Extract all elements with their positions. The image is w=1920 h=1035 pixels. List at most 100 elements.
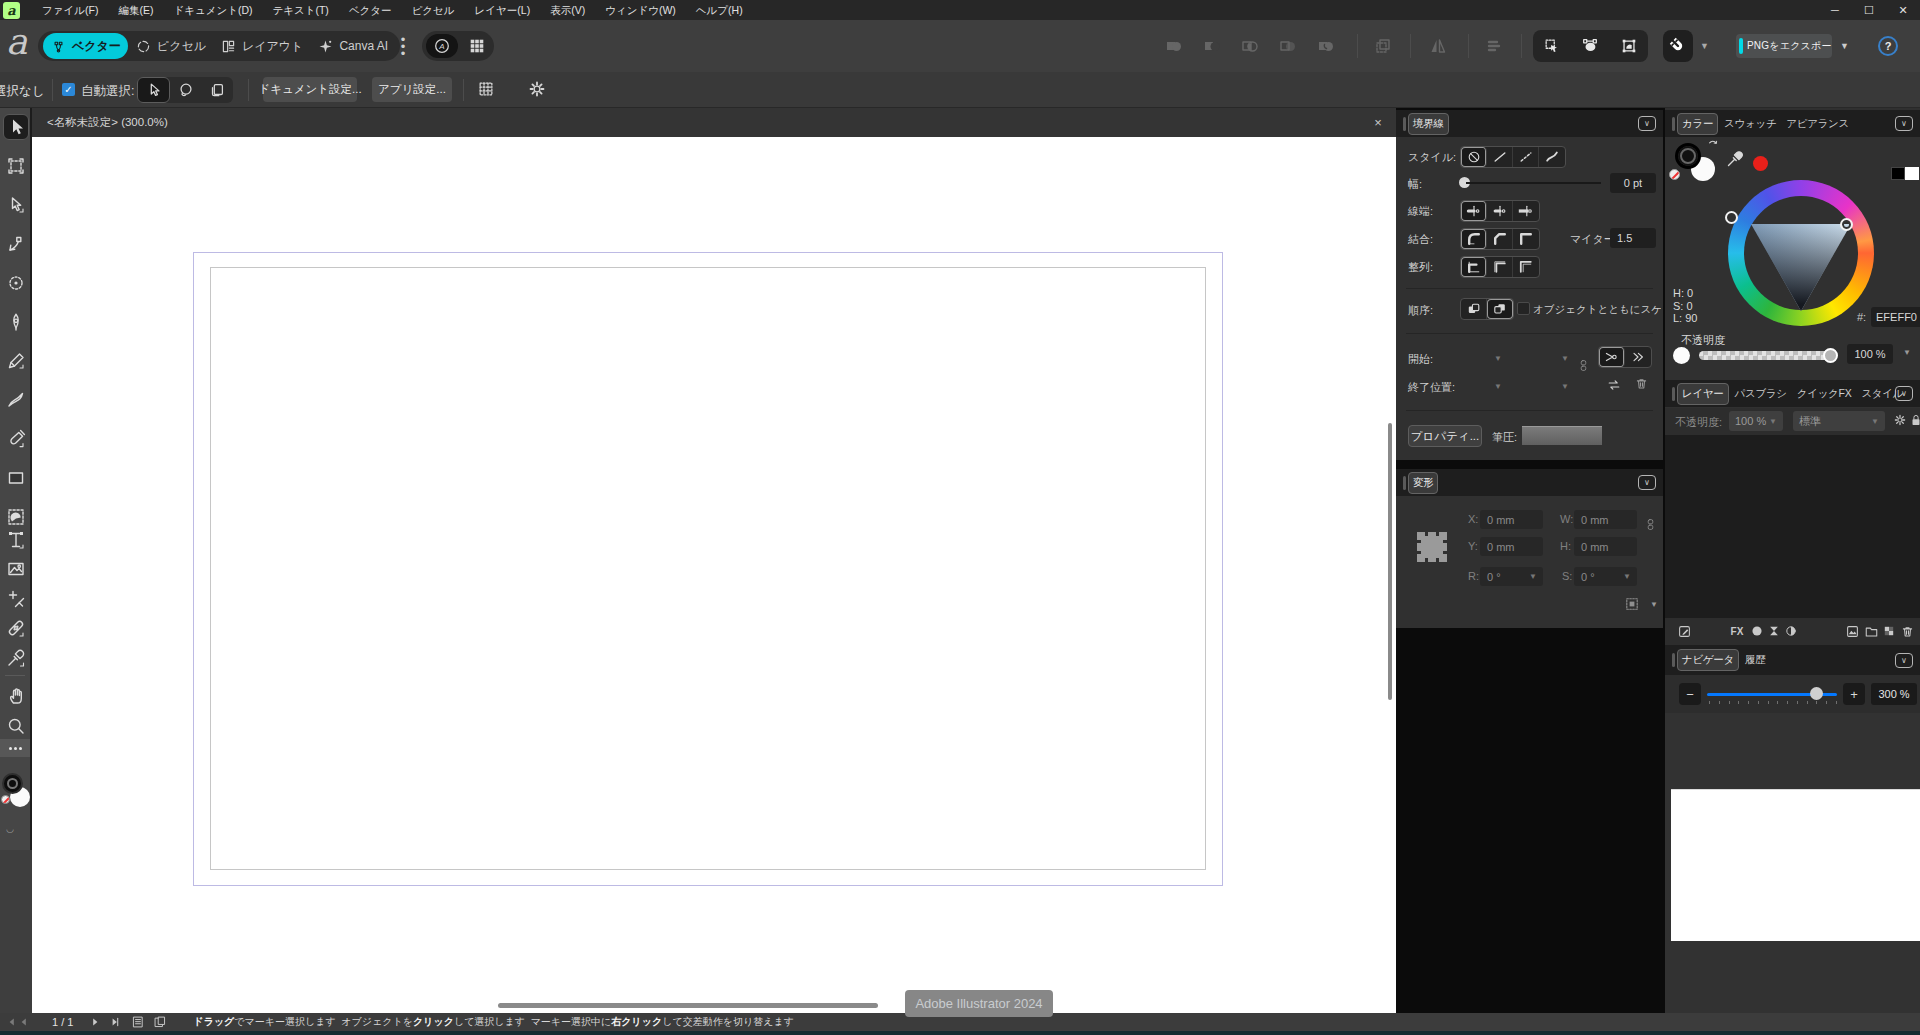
opacity-value-field[interactable]: 100 % — [1847, 344, 1893, 364]
dash-stroke-icon[interactable] — [1513, 147, 1539, 167]
export-png-button[interactable]: PNGをエクスポート — [1736, 34, 1832, 58]
swap-colors-icon[interactable] — [1707, 139, 1720, 152]
tab-navigator[interactable]: ナビゲータ — [1677, 649, 1739, 671]
handle-mode-icon[interactable] — [1620, 37, 1638, 55]
r-field[interactable]: 0 °▼ — [1480, 567, 1543, 586]
miter-join-icon[interactable] — [1513, 229, 1539, 249]
end-size-dropdown[interactable]: ▼ — [1530, 376, 1575, 396]
lasso-select-icon[interactable] — [170, 77, 201, 103]
menu-file[interactable]: ファイル(F) — [32, 0, 108, 20]
flip-horizontal-icon[interactable] — [1427, 35, 1449, 57]
tool-swap-colors-icon[interactable]: ◡ — [6, 824, 14, 834]
app-settings-button[interactable]: アプリ設定... — [372, 77, 452, 102]
canvas-viewport[interactable] — [32, 137, 1396, 1013]
tab-layers[interactable]: レイヤー — [1677, 383, 1729, 405]
opacity-preview-circle[interactable] — [1673, 347, 1690, 364]
horizontal-scrollbar[interactable] — [498, 1003, 878, 1008]
boolean-divide-icon[interactable] — [1277, 35, 1299, 57]
menu-document[interactable]: ドキュメント(D) — [163, 0, 262, 20]
link-start-end-icon[interactable] — [1577, 359, 1590, 372]
paint-brush-tool[interactable] — [3, 426, 29, 452]
navigator-collapse-chevron[interactable]: ∨ — [1895, 653, 1913, 668]
start-pressure-dropdown[interactable]: ▼ — [1449, 348, 1508, 368]
fx-icon[interactable]: FX — [1729, 623, 1745, 639]
solid-stroke-icon[interactable] — [1487, 147, 1513, 167]
align-center-icon[interactable] — [1461, 257, 1487, 277]
eyedropper-icon[interactable] — [1725, 149, 1745, 169]
toolbar-overflow-menu[interactable]: ••• — [396, 36, 410, 57]
anchor-selector[interactable] — [1413, 528, 1451, 564]
pencil-tool[interactable] — [3, 348, 29, 374]
blend-mode-dropdown[interactable]: 標準▼ — [1793, 411, 1885, 431]
w-field[interactable]: 0 mm — [1574, 510, 1637, 529]
point-transform-tool[interactable] — [3, 270, 29, 296]
layers-list-empty[interactable] — [1665, 435, 1920, 618]
start-size-dropdown[interactable]: ▼ — [1530, 348, 1575, 368]
move-tool[interactable] — [3, 114, 29, 140]
tab-stroke[interactable]: 境界線 — [1408, 113, 1449, 135]
document-tab-title[interactable]: <名称未設定> (300.0%) — [47, 115, 168, 130]
y-field[interactable]: 0 mm — [1480, 537, 1543, 556]
apps-grid-icon[interactable] — [464, 34, 490, 58]
scale-with-object-checkbox[interactable] — [1517, 302, 1530, 315]
round-cap-icon[interactable] — [1487, 201, 1513, 221]
new-group-icon[interactable] — [1863, 623, 1879, 639]
no-stroke-icon[interactable] — [1461, 147, 1487, 167]
persona-vector-button[interactable]: ベクター — [43, 33, 128, 59]
order-back-icon[interactable] — [1461, 299, 1487, 319]
vertical-scrollbar[interactable] — [1388, 423, 1392, 700]
settings-gear-icon[interactable] — [528, 80, 546, 98]
export-options-chevron[interactable]: ▼ — [1840, 41, 1849, 51]
panel-drag-handle[interactable] — [1672, 653, 1675, 667]
boolean-add-icon[interactable] — [1163, 35, 1185, 57]
snapping-options-chevron[interactable]: ▼ — [1700, 41, 1709, 51]
last-page-icon[interactable] — [109, 1016, 121, 1028]
boolean-combine-icon[interactable] — [1315, 35, 1337, 57]
end-pressure-dropdown[interactable]: ▼ — [1449, 376, 1508, 396]
boolean-intersect-icon[interactable] — [1239, 35, 1261, 57]
width-value-field[interactable]: 0 pt — [1610, 173, 1656, 193]
edit-all-layers-icon[interactable] — [1676, 623, 1692, 639]
stroke-swatch[interactable] — [1675, 143, 1701, 169]
hex-value-field[interactable]: EFEFF0 — [1871, 307, 1920, 327]
first-page-icon[interactable] — [6, 1016, 30, 1028]
duplicate-icon[interactable] — [1372, 35, 1394, 57]
artboard-icon[interactable] — [153, 1015, 167, 1029]
link-wh-icon[interactable] — [1644, 518, 1657, 531]
pressure-graph[interactable] — [1522, 426, 1602, 445]
minimize-button[interactable]: ─ — [1818, 0, 1852, 20]
menu-help[interactable]: ヘルプ(H) — [686, 0, 753, 20]
designer-app-icon[interactable]: A — [426, 34, 458, 58]
panel-drag-handle[interactable] — [1403, 117, 1406, 131]
menu-window[interactable]: ウィンドウ(W) — [595, 0, 686, 20]
menu-layer[interactable]: レイヤー(L) — [465, 0, 541, 20]
white-swatch[interactable] — [1905, 167, 1919, 180]
stroke-collapse-chevron[interactable]: ∨ — [1638, 116, 1656, 131]
order-front-icon[interactable] — [1487, 299, 1513, 319]
zoom-slider-thumb[interactable] — [1810, 687, 1823, 700]
transform-origin-icon[interactable] — [1624, 596, 1640, 612]
color-collapse-chevron[interactable]: ∨ — [1895, 116, 1913, 131]
lock-icon[interactable] — [1909, 413, 1920, 427]
layers-opacity-dropdown[interactable]: 100 %▼ — [1729, 411, 1783, 431]
mask-layer-icon[interactable] — [1749, 623, 1765, 639]
opacity-dropdown-chevron[interactable]: ▼ — [1903, 348, 1911, 357]
tab-color[interactable]: カラー — [1677, 113, 1718, 135]
menu-text[interactable]: テキスト(T) — [262, 0, 338, 20]
vector-brush-tool[interactable] — [3, 387, 29, 413]
bevel-join-icon[interactable] — [1487, 229, 1513, 249]
node-mode-icon[interactable] — [1581, 37, 1599, 55]
persona-layout-button[interactable]: レイアウト — [213, 31, 310, 61]
snapping-magnet-button[interactable] — [1663, 30, 1693, 62]
menu-edit[interactable]: 編集(E) — [108, 0, 163, 20]
auto-select-checkbox[interactable]: ✓ — [62, 83, 75, 96]
pages-list-icon[interactable] — [131, 1015, 145, 1029]
pen-tool[interactable] — [3, 309, 29, 335]
persona-canva-button[interactable]: Canva AI — [310, 31, 395, 61]
tab-appearance[interactable]: アピアランス — [1782, 114, 1853, 134]
black-swatch[interactable] — [1891, 167, 1905, 180]
close-button[interactable]: ✕ — [1886, 0, 1920, 20]
zoom-value-field[interactable]: 300 % — [1871, 683, 1917, 705]
app-logo-icon[interactable]: a — [3, 2, 20, 19]
menu-view[interactable]: 表示(V) — [540, 0, 595, 20]
